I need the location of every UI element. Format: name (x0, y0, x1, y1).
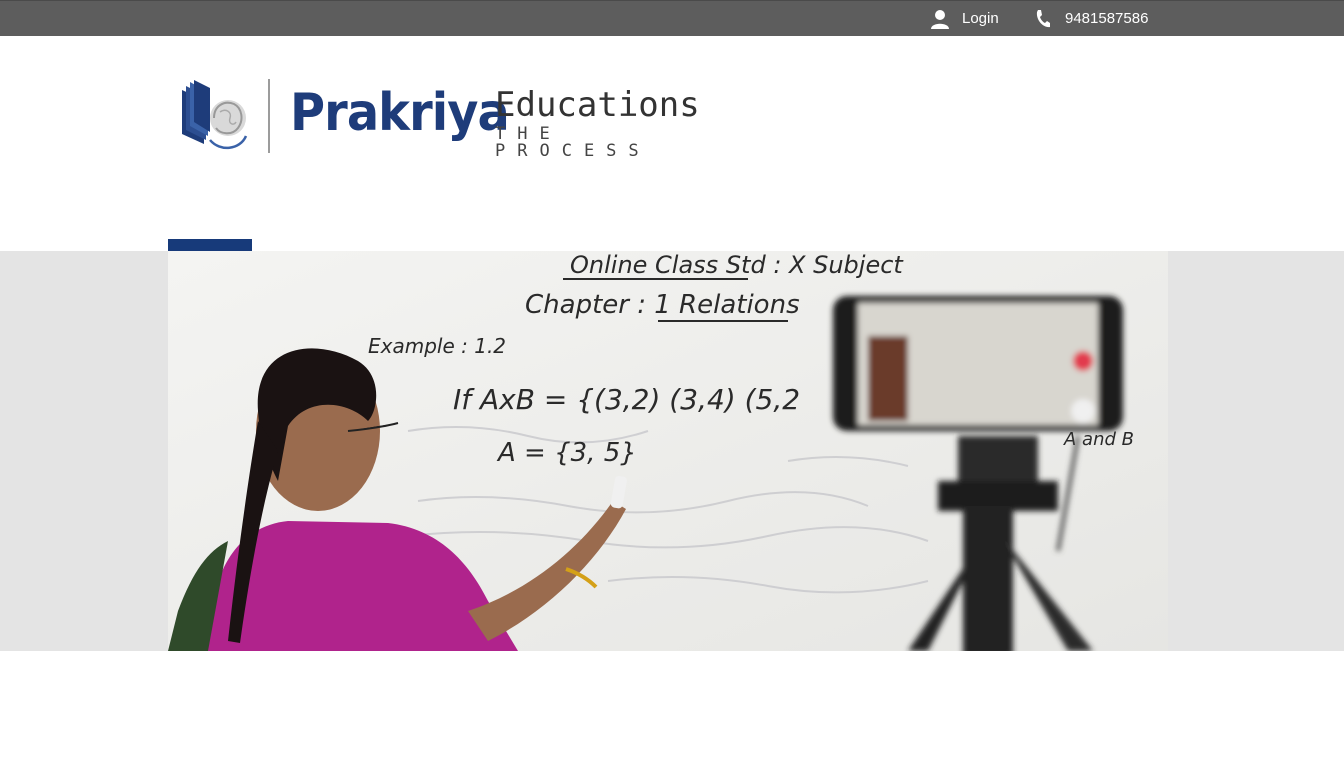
phone-icon (1036, 9, 1050, 27)
board-line-1: Online Class Std : X Subject (570, 251, 904, 279)
board-line-3: Example : 1.2 (368, 334, 506, 358)
book-brain-logo-icon (182, 80, 248, 149)
hero-illustration: Online Class Std : X Subject Chapter : 1… (168, 251, 1168, 651)
board-line-5: A = {3, 5} (496, 438, 637, 468)
site-logo[interactable]: Prakriya Educations THE PROCESS (180, 76, 700, 160)
brand-subtitle: Educations THE PROCESS (495, 88, 700, 160)
logo-divider (268, 79, 270, 153)
login-label: Login (962, 10, 999, 27)
user-icon (931, 9, 949, 29)
phone-number: 9481587586 (1065, 10, 1149, 27)
board-line-4: If AxB = {(3,2) (3,4) (5,2 (453, 383, 800, 416)
brand-educations: Educations (495, 85, 700, 125)
hero-image: Online Class Std : X Subject Chapter : 1… (168, 251, 1168, 651)
brand-tagline: THE PROCESS (495, 124, 651, 161)
site-header: Prakriya Educations THE PROCESS HomeAbou… (0, 36, 1344, 287)
top-bar: Login 9481587586 (0, 0, 1344, 36)
brand-name: Prakriya (290, 83, 510, 143)
board-line-6: A and B (1063, 429, 1134, 450)
phone-contact[interactable]: 9481587586 (1035, 1, 1148, 36)
login-link[interactable]: Login (930, 1, 999, 36)
board-line-2: Chapter : 1 Relations (525, 290, 800, 320)
